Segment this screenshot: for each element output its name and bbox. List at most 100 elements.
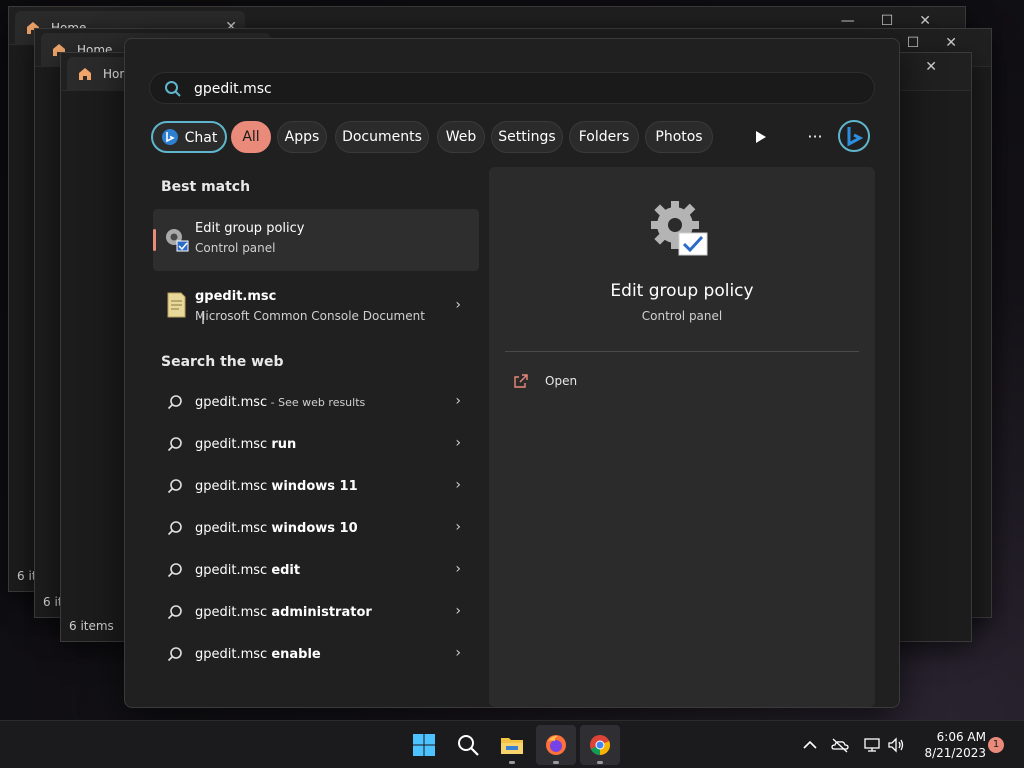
chrome-icon [590, 735, 611, 756]
search-icon [167, 395, 182, 410]
filter-documents-label: Documents [342, 129, 422, 145]
explorer-status: 6 items [69, 619, 114, 633]
search-icon [167, 437, 182, 452]
web-suggestion-text: gpedit.msc run [195, 437, 297, 452]
scroll-filters-button[interactable] [745, 121, 777, 153]
chevron-right-icon[interactable]: › [455, 393, 461, 409]
open-action[interactable]: Open [513, 371, 673, 393]
chevron-right-icon[interactable]: › [455, 297, 461, 313]
document-result-item[interactable]: gpedit.msc Microsoft Common Console Docu… [153, 277, 479, 339]
web-suggestion[interactable]: gpedit.msc enable › [153, 636, 479, 674]
bing-chat-icon[interactable] [837, 119, 871, 153]
web-suggestion[interactable]: gpedit.msc run › [153, 426, 479, 464]
search-input[interactable] [194, 78, 854, 100]
filter-web-label: Web [445, 129, 477, 145]
system-clock[interactable]: 6:06 AM 8/21/2023 [912, 729, 986, 761]
search-icon [167, 521, 182, 536]
open-external-icon [514, 374, 528, 388]
chevron-right-icon[interactable]: › [455, 477, 461, 493]
web-suggestion[interactable]: gpedit.msc edit › [153, 552, 479, 590]
web-suggestion-text: gpedit.msc windows 11 [195, 479, 358, 494]
web-suggestion-text: gpedit.msc - See web results [195, 395, 366, 410]
firefox-icon [546, 735, 566, 755]
chevron-right-icon[interactable]: › [455, 645, 461, 661]
windows-start-icon [413, 734, 435, 756]
bing-icon [162, 129, 178, 145]
filter-apps[interactable]: Apps [277, 121, 327, 153]
window-controls[interactable]: —☐✕ [841, 13, 957, 29]
group-policy-icon [166, 229, 189, 252]
group-policy-icon [651, 201, 708, 256]
search-box[interactable] [149, 72, 875, 104]
search-icon [167, 647, 182, 662]
running-indicator [553, 761, 559, 764]
filter-apps-label: Apps [284, 129, 320, 145]
web-suggestion-text: gpedit.msc administrator [195, 605, 372, 620]
more-options-icon: ··· [807, 127, 823, 146]
web-suggestion-text: gpedit.msc windows 10 [195, 521, 358, 536]
play-arrow-icon [756, 131, 766, 143]
filter-photos[interactable]: Photos [645, 121, 713, 153]
selection-accent [153, 229, 156, 251]
chrome-button[interactable] [580, 725, 620, 765]
clock-time: 6:06 AM [936, 730, 986, 744]
filter-chat-label: Chat [184, 130, 218, 146]
filter-all-label: All [242, 129, 260, 145]
filter-web[interactable]: Web [437, 121, 485, 153]
detail-title: Edit group policy [610, 281, 754, 301]
result-title: Edit group policy [195, 221, 305, 236]
chevron-up-icon[interactable] [800, 735, 820, 755]
search-icon [167, 563, 182, 578]
filter-photos-label: Photos [655, 129, 703, 145]
chevron-right-icon[interactable]: › [455, 519, 461, 535]
file-explorer-icon [501, 738, 523, 754]
taskbar-search-button[interactable] [448, 725, 488, 765]
result-subtitle: Control panel [195, 241, 276, 255]
network-icon[interactable] [862, 735, 882, 755]
console-document-icon [167, 292, 186, 318]
web-suggestion[interactable]: gpedit.msc windows 11 › [153, 468, 479, 506]
filter-all[interactable]: All [231, 121, 271, 153]
web-suggestion-text: gpedit.msc enable [195, 647, 321, 662]
onedrive-offline-icon[interactable] [830, 735, 850, 755]
detail-subtitle: Control panel [641, 309, 723, 323]
running-indicator [597, 761, 603, 764]
filter-folders[interactable]: Folders [569, 121, 639, 153]
home-icon [79, 68, 91, 80]
search-icon [165, 81, 181, 97]
detail-pane: Edit group policy Control panel Open [489, 167, 875, 707]
more-options-button[interactable]: ··· [799, 121, 831, 153]
notification-badge[interactable]: 1 [988, 737, 1004, 753]
taskbar: 6:06 AM 8/21/2023 1 [0, 720, 1024, 768]
running-indicator [509, 761, 515, 764]
web-suggestion-text: gpedit.msc edit [195, 563, 301, 578]
chevron-right-icon[interactable]: › [455, 603, 461, 619]
filter-documents[interactable]: Documents [335, 121, 429, 153]
search-icon [458, 735, 479, 756]
text-cursor-icon: I [201, 312, 206, 328]
filter-settings[interactable]: Settings [491, 121, 563, 153]
web-suggestion[interactable]: gpedit.msc windows 10 › [153, 510, 479, 548]
start-search-panel: Chat All Apps Documents Web Settings Fol… [124, 38, 900, 708]
filter-chat[interactable]: Chat [151, 121, 227, 153]
open-action-label: Open [545, 374, 578, 388]
detail-divider [505, 351, 859, 352]
file-explorer-button[interactable] [492, 725, 532, 765]
clock-date: 8/21/2023 [924, 746, 986, 760]
best-match-heading: Best match [161, 179, 251, 195]
chevron-right-icon[interactable]: › [455, 561, 461, 577]
search-icon [167, 479, 182, 494]
best-match-item[interactable]: Edit group policy Control panel [153, 209, 479, 271]
search-web-heading: Search the web [161, 354, 284, 370]
firefox-button[interactable] [536, 725, 576, 765]
filter-settings-label: Settings [498, 129, 556, 145]
filter-folders-label: Folders [578, 129, 630, 145]
volume-icon[interactable] [886, 735, 906, 755]
start-button[interactable] [404, 725, 444, 765]
search-icon [167, 605, 182, 620]
web-suggestion[interactable]: gpedit.msc administrator › [153, 594, 479, 632]
result-title: gpedit.msc [195, 289, 277, 304]
chevron-right-icon[interactable]: › [455, 435, 461, 451]
web-suggestion[interactable]: gpedit.msc - See web results › [153, 384, 479, 422]
result-subtitle: Microsoft Common Console Document [195, 309, 425, 323]
